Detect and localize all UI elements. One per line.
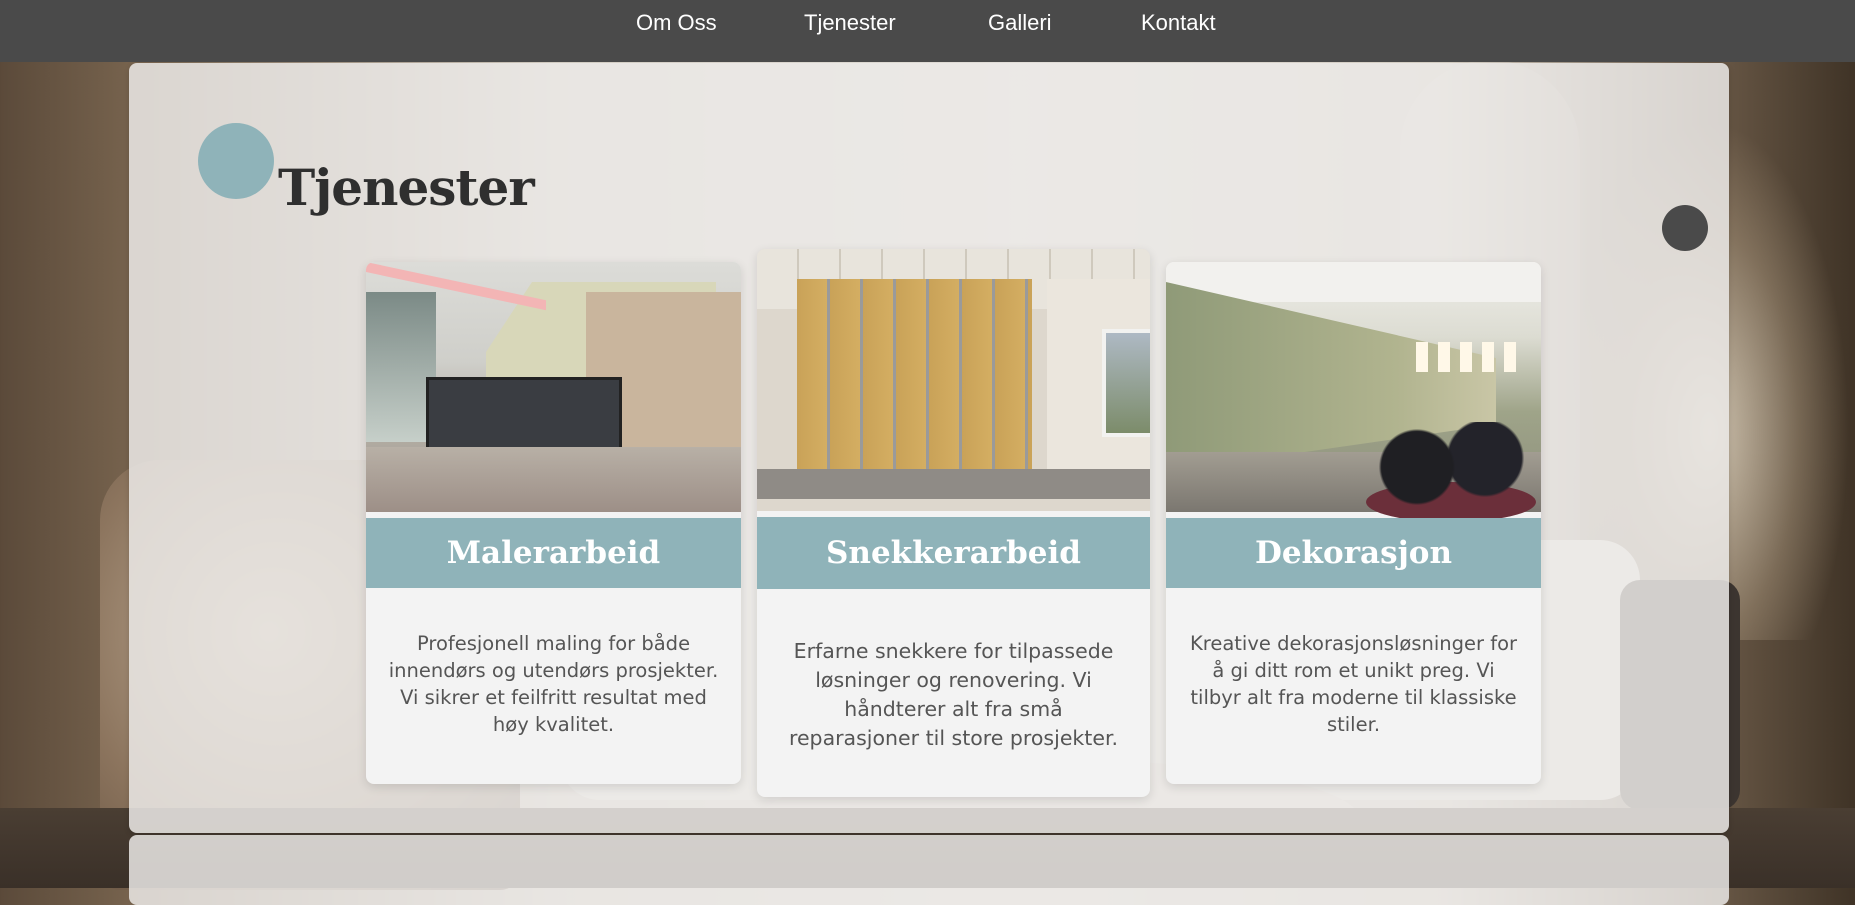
scroll-indicator-button[interactable] <box>1662 205 1708 251</box>
card-title: Malerarbeid <box>446 535 661 571</box>
decoration-photo <box>1166 262 1541 522</box>
section-title: Tjenester <box>278 158 535 217</box>
heading-accent-circle <box>198 123 274 199</box>
card-description: Kreative dekorasjonsløsninger for å gi d… <box>1189 632 1518 736</box>
card-title: Dekorasjon <box>1254 535 1453 571</box>
carpentry-photo <box>757 249 1150 511</box>
card-title: Snekkerarbeid <box>826 535 1081 571</box>
card-title-band: Malerarbeid <box>366 518 741 588</box>
painting-photo <box>366 262 741 512</box>
nav-item-galleri[interactable]: Galleri <box>988 10 1052 36</box>
card-description: Erfarne snekkere for tilpassede løsninge… <box>788 639 1119 750</box>
card-description: Profesjonell maling for både innendørs o… <box>388 632 719 736</box>
service-card-malerarbeid[interactable]: Malerarbeid Profesjonell maling for både… <box>366 262 741 784</box>
service-card-dekorasjon[interactable]: Dekorasjon Kreative dekorasjonsløsninger… <box>1166 262 1541 784</box>
service-card-snekkerarbeid[interactable]: Snekkerarbeid Erfarne snekkere for tilpa… <box>757 249 1150 797</box>
card-title-band: Dekorasjon <box>1166 518 1541 588</box>
next-section-panel <box>129 835 1729 905</box>
top-navigation: Om Oss Tjenester Galleri Kontakt <box>0 0 1855 62</box>
nav-item-kontakt[interactable]: Kontakt <box>1141 10 1216 36</box>
nav-item-om-oss[interactable]: Om Oss <box>636 10 717 36</box>
nav-item-tjenester[interactable]: Tjenester <box>804 10 896 36</box>
nav-menu: Om Oss Tjenester Galleri Kontakt <box>0 0 1855 50</box>
card-title-band: Snekkerarbeid <box>757 517 1150 589</box>
